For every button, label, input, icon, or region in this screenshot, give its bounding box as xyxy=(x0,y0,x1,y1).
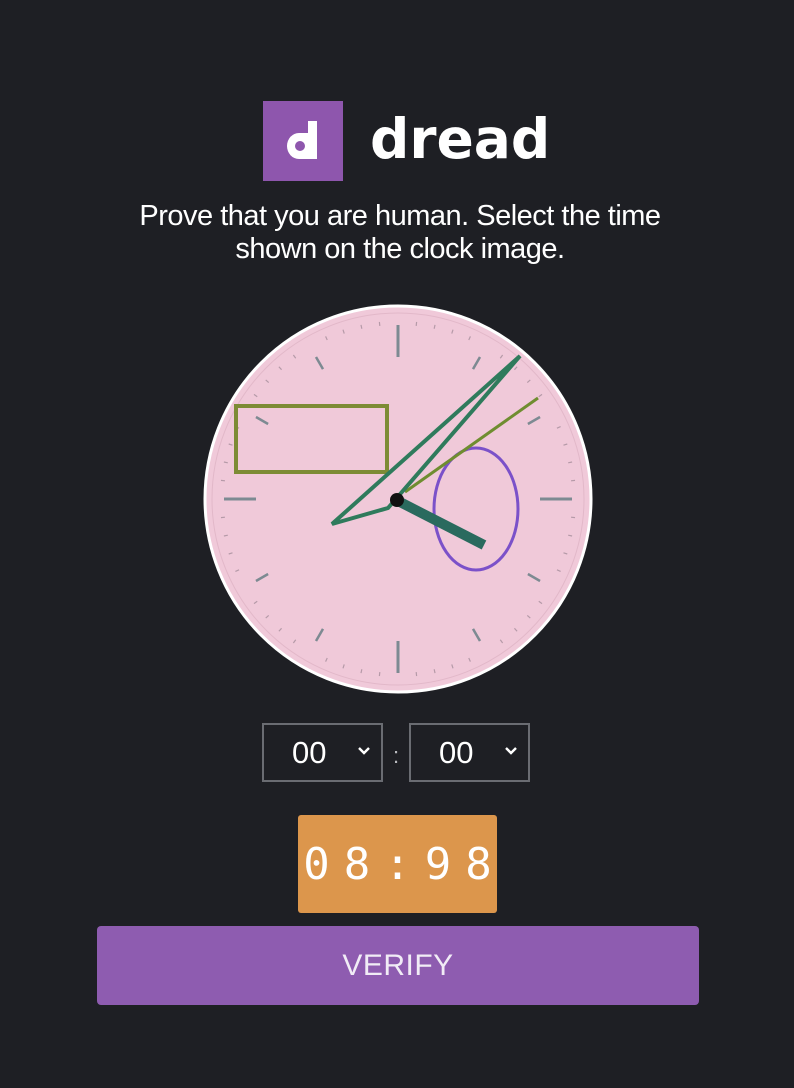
chevron-down-icon xyxy=(358,747,370,755)
captcha-clock-image xyxy=(202,302,594,694)
clock-tick xyxy=(360,669,363,674)
minute-select-value: 00 xyxy=(439,735,474,770)
clock-center-pin xyxy=(390,493,404,507)
minute-select[interactable]: 00 xyxy=(409,723,530,782)
brand-header: dread xyxy=(263,101,550,181)
hour-select-value: 00 xyxy=(292,735,327,770)
clock-tick xyxy=(223,461,228,464)
captcha-instructions: Prove that you are human. Select the tim… xyxy=(139,200,661,265)
clock-face xyxy=(203,304,593,694)
verify-button[interactable]: VERIFY xyxy=(97,926,699,1005)
captcha-page: dread Prove that you are human. Select t… xyxy=(0,0,794,1088)
clock-tick xyxy=(223,534,228,537)
clock-tick xyxy=(568,534,573,537)
chevron-down-icon xyxy=(505,747,517,755)
logo-d-glyph xyxy=(287,121,317,159)
clock-tick xyxy=(433,669,436,674)
hour-select[interactable]: 00 xyxy=(262,723,383,782)
time-separator: : xyxy=(392,742,400,768)
dread-logo xyxy=(263,101,343,181)
countdown-timer: 08:98 xyxy=(298,815,497,913)
countdown-timer-value: 08:98 xyxy=(303,838,506,890)
time-selectors: 00 : 00 xyxy=(262,723,530,782)
verify-button-label: VERIFY xyxy=(342,948,454,982)
brand-name: dread xyxy=(370,107,551,171)
clock-tick xyxy=(360,324,363,329)
clock-tick xyxy=(568,461,573,464)
clock-tick xyxy=(433,324,436,329)
